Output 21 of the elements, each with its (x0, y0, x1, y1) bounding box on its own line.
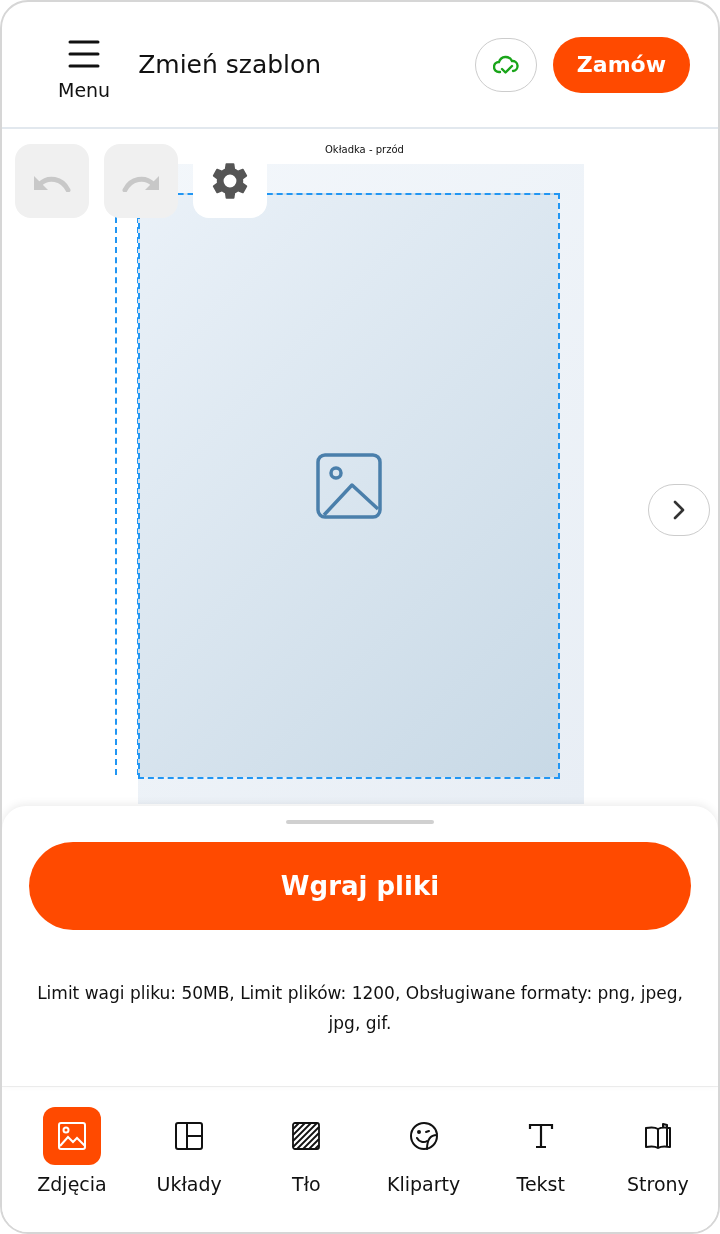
page-label: Okładka - przód (325, 144, 404, 155)
drag-handle[interactable] (286, 820, 434, 824)
cloud-check-icon (492, 53, 519, 76)
toolbar-tab[interactable]: Kliparty (369, 1107, 478, 1195)
toolbar-tab[interactable]: Strony (603, 1107, 712, 1195)
sticker-icon (408, 1121, 439, 1151)
change-template-link[interactable]: Zmień szablon (138, 50, 322, 79)
book-icon (642, 1121, 673, 1151)
menu-icon (68, 38, 101, 69)
menu-button[interactable]: Menu (58, 38, 111, 101)
toolbar-tab[interactable]: Tło (252, 1107, 361, 1195)
hatched-square-icon (291, 1121, 322, 1151)
upload-info-text: Limit wagi pliku: 50MB, Limit plików: 1200, Obsługiwane formaty: png, jpeg, jpg, gif. (36, 982, 684, 1035)
next-page-button[interactable] (648, 484, 710, 536)
toolbar-tab[interactable]: Układy (135, 1107, 244, 1195)
chevron-right-icon (673, 500, 685, 520)
toolbar-tab[interactable]: Zdjęcia (18, 1107, 126, 1195)
image-icon (57, 1121, 87, 1151)
image-placeholder-icon (316, 453, 382, 519)
toolbar-tab[interactable]: Tekst (486, 1107, 595, 1195)
layout-icon (174, 1121, 205, 1151)
